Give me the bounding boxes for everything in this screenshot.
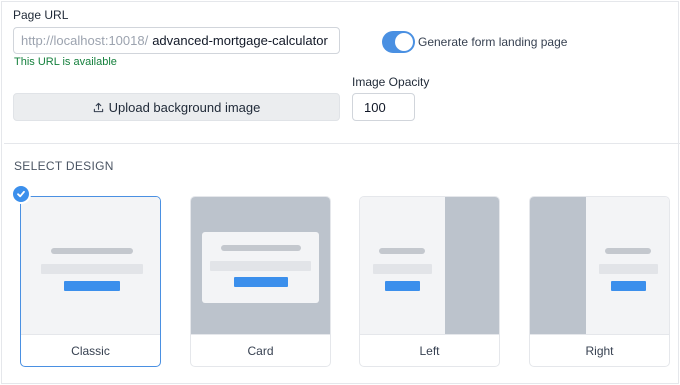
- design-option-right[interactable]: Right: [529, 196, 670, 367]
- toggle-knob: [395, 33, 413, 51]
- design-option-left[interactable]: Left: [359, 196, 500, 367]
- preview-button-bar: [234, 277, 288, 287]
- image-opacity-label: Image Opacity: [352, 75, 430, 89]
- landing-page-settings-panel: Page URL http://localhost:10018/ This UR…: [1, 1, 680, 384]
- preview-title-bar: [379, 248, 425, 254]
- page-url-label: Page URL: [13, 8, 69, 22]
- preview-body-bar: [210, 261, 311, 271]
- preview-title-bar: [221, 245, 301, 251]
- preview-body-bar: [41, 264, 143, 274]
- page-url-slug-input[interactable]: [148, 28, 339, 53]
- upload-background-button[interactable]: Upload background image: [13, 93, 340, 121]
- left-preview: [360, 197, 499, 334]
- classic-preview: [21, 197, 160, 334]
- preview-body-bar: [373, 264, 432, 274]
- right-preview: [530, 197, 669, 334]
- design-option-label: Right: [530, 334, 669, 366]
- preview-button-bar: [611, 281, 646, 291]
- landing-page-toggle-label: Generate form landing page: [418, 35, 568, 49]
- url-availability-status: This URL is available: [14, 56, 117, 68]
- card-preview: [191, 197, 330, 334]
- selected-check-icon: [11, 184, 31, 204]
- design-option-label: Card: [191, 334, 330, 366]
- preview-title-bar: [605, 248, 651, 254]
- design-option-classic[interactable]: Classic: [20, 196, 161, 367]
- landing-page-toggle[interactable]: [382, 31, 415, 53]
- preview-title-bar: [51, 248, 133, 254]
- preview-button-bar: [385, 281, 420, 291]
- design-option-card[interactable]: Card: [190, 196, 331, 367]
- preview-button-bar: [64, 281, 120, 291]
- preview-image-panel: [445, 197, 499, 334]
- page-url-field[interactable]: http://localhost:10018/: [13, 27, 340, 54]
- upload-button-label: Upload background image: [108, 99, 261, 115]
- upload-icon: [93, 102, 104, 113]
- design-option-label: Left: [360, 334, 499, 366]
- page-url-prefix: http://localhost:10018/: [21, 33, 149, 48]
- image-opacity-input[interactable]: [352, 93, 415, 121]
- preview-inner-card: [202, 232, 319, 303]
- preview-body-bar: [599, 264, 658, 274]
- preview-image-panel: [530, 197, 586, 334]
- design-option-label: Classic: [21, 334, 160, 366]
- section-divider: [4, 143, 680, 144]
- select-design-heading: SELECT DESIGN: [14, 159, 114, 173]
